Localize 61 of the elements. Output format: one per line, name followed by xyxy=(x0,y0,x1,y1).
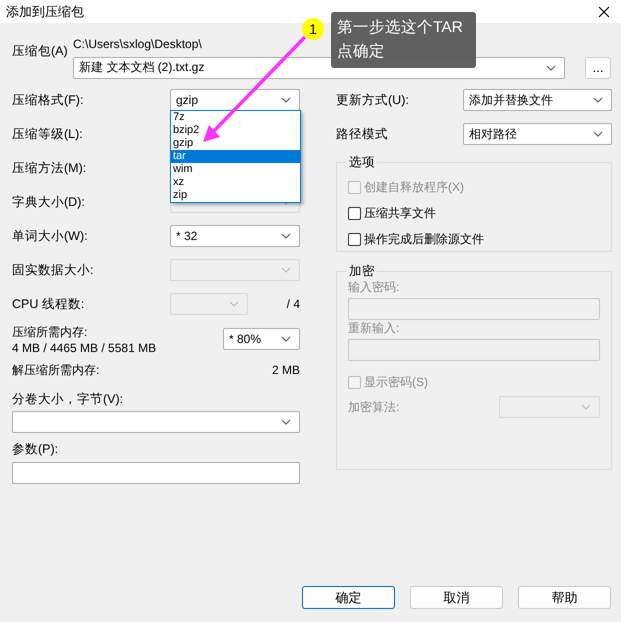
dropdown-option[interactable]: zip xyxy=(171,189,300,202)
dropdown-option[interactable]: wim xyxy=(171,163,300,176)
field-label: 路径模式 xyxy=(336,126,389,142)
memory-usage: 4 MB / 4465 MB / 5581 MB xyxy=(12,340,158,354)
dropdown-field[interactable] xyxy=(12,411,300,433)
field-label: 压缩等级(L): xyxy=(12,126,84,142)
dialog-button[interactable]: 帮助 xyxy=(518,586,611,609)
dropdown-field[interactable]: gzip xyxy=(170,89,300,111)
chevron-icon xyxy=(281,97,291,103)
chevron-icon xyxy=(229,301,239,307)
dropdown-option[interactable]: bzip2 xyxy=(171,124,300,137)
field-label: 压缩格式(F): xyxy=(12,92,84,108)
field-label: 分卷大小，字节(V): xyxy=(12,391,124,407)
field-label: 更新方式(U): xyxy=(336,92,410,108)
checkbox-label: 显示密码(S) xyxy=(364,374,428,390)
checkbox[interactable] xyxy=(348,206,361,220)
field-label: 压缩包(A) xyxy=(12,43,69,60)
chevron-icon xyxy=(281,419,291,425)
field-label: 压缩方法(M): xyxy=(12,160,88,176)
checkbox-label: 压缩共享文件 xyxy=(364,204,436,222)
chevron-icon xyxy=(281,267,291,273)
dropdown-field[interactable]: * 32 xyxy=(170,225,300,247)
field-label: 解压缩所需内存: xyxy=(12,362,100,378)
field-label: 压缩所需内存: xyxy=(12,324,88,340)
field-label: 参数(P): xyxy=(12,441,60,457)
field-label: 固实数据大小: xyxy=(12,262,94,278)
callout-tooltip: 第一步选这个TAR 点确定 xyxy=(331,12,476,68)
chevron-icon xyxy=(281,336,291,342)
field-label: 输入密码: xyxy=(348,280,400,294)
field-label: 加密算法: xyxy=(348,399,400,415)
field-label: 重新输入: xyxy=(348,321,400,335)
checkbox-label: 创建自释放程序(X) xyxy=(364,178,464,196)
encryption-group: 加密 输入密码: 重新输入: 显示密码(S) 加密算法: xyxy=(336,263,612,470)
folder-path: C:\Users\sxlog\Desktop\ xyxy=(73,37,202,52)
close-icon xyxy=(598,6,610,18)
options-group: 选项 创建自释放程序(X) 压缩共享文件 操作完成后删除源文件 xyxy=(336,154,612,252)
dropdown-field[interactable] xyxy=(499,396,600,418)
window-title: 添加到压缩包 xyxy=(6,2,84,20)
dropdown-option[interactable]: tar xyxy=(171,150,300,163)
checkbox-label: 操作完成后删除源文件 xyxy=(364,230,484,248)
thread-count: / 4 xyxy=(286,297,300,311)
dropdown-option[interactable]: xz xyxy=(171,176,300,189)
chevron-icon xyxy=(581,404,591,410)
browse-button[interactable]: ... xyxy=(585,56,611,78)
dialog-button[interactable]: 取消 xyxy=(410,586,503,609)
field-label: 字典大小(D): xyxy=(12,194,86,210)
chevron-icon xyxy=(593,131,603,137)
memory-value: 2 MB xyxy=(272,363,300,377)
field-label: CPU 线程数: xyxy=(12,296,86,312)
dropdown-field[interactable]: 添加并替换文件 xyxy=(463,89,612,111)
chevron-icon xyxy=(593,97,603,103)
chevron-icon xyxy=(546,64,556,70)
dropdown-field[interactable]: * 80% xyxy=(223,328,300,350)
dropdown-option[interactable]: gzip xyxy=(171,137,300,150)
dialog-button[interactable]: 确定 xyxy=(302,586,395,609)
field-label: 单词大小(W): xyxy=(12,228,89,244)
dropdown-option[interactable]: 7z xyxy=(171,111,300,124)
checkbox[interactable] xyxy=(348,232,361,246)
dropdown-field[interactable]: 相对路径 xyxy=(463,123,612,145)
chevron-icon xyxy=(281,233,291,239)
input-field[interactable] xyxy=(12,462,300,484)
